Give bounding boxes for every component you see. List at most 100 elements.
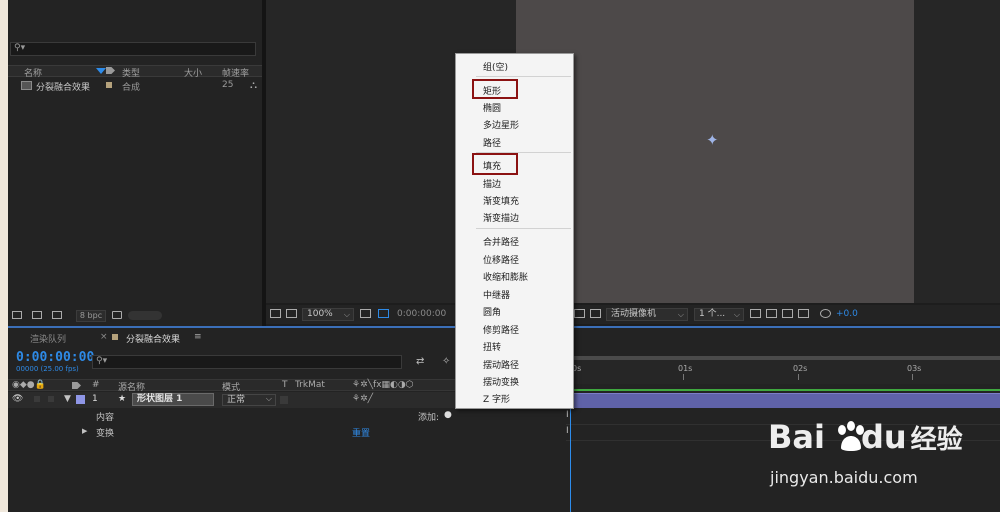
menu-item-wiggle-paths[interactable]: 摆动路径 <box>483 358 519 371</box>
fast-previews-icon[interactable] <box>574 309 585 318</box>
snapshot-icon[interactable] <box>766 309 777 318</box>
blend-mode-dropdown[interactable]: 正常 ⌵ <box>222 394 276 406</box>
column-name[interactable]: 名称 <box>24 66 42 79</box>
camera-dropdown[interactable]: 活动摄像机 ⌵ <box>606 308 688 321</box>
transform-label: 变换 <box>96 429 115 439</box>
project-footer: 8 bpc <box>8 309 262 323</box>
timeline-icon[interactable] <box>782 309 793 318</box>
search-icon: ⚲▾ <box>96 356 108 366</box>
search-icon: ⚲▾ <box>14 43 26 53</box>
column-number: # <box>92 380 100 390</box>
menu-item-gradient-fill[interactable]: 渐变填充 <box>483 194 519 207</box>
close-tab-icon[interactable]: × <box>100 332 108 342</box>
toggle-mask-icon[interactable] <box>590 309 601 318</box>
ruler-tick <box>798 374 799 380</box>
bpc-badge[interactable]: 8 bpc <box>76 310 106 322</box>
menu-separator <box>476 228 571 229</box>
render-bar <box>566 389 1000 391</box>
menu-item-ellipse[interactable]: 椭圆 <box>483 101 501 114</box>
expand-twirl-icon[interactable]: ▼ <box>64 394 71 404</box>
menu-item-offset-paths[interactable]: 位移路径 <box>483 253 519 266</box>
highlight-box-rectangle <box>472 79 518 99</box>
viewer-toolbar: 100% ⌵ 0:00:00:00 活动摄像机 ⌵ 1 个... ⌵ +0.0 <box>266 305 1000 324</box>
column-t: T <box>282 380 288 390</box>
menu-item-trim-paths[interactable]: 修剪路径 <box>483 323 519 336</box>
label-color-swatch[interactable] <box>106 82 112 88</box>
layer-duration-bar[interactable] <box>566 393 1000 408</box>
menu-item-stroke[interactable]: 描边 <box>483 177 501 190</box>
region-of-interest-icon[interactable] <box>360 309 371 318</box>
column-size[interactable]: 大小 <box>184 66 202 79</box>
timeline-search-input[interactable]: ⚲▾ <box>92 355 402 369</box>
draft-3d-icon[interactable]: ✧ <box>442 356 450 367</box>
column-trkmat: TrkMat <box>295 380 325 390</box>
sort-arrow-icon[interactable] <box>96 68 106 74</box>
menu-item-pucker-bloat[interactable]: 收缩和膨胀 <box>483 270 528 283</box>
menu-item-polystar[interactable]: 多边星形 <box>483 118 519 131</box>
preserve-transparency-toggle[interactable] <box>280 396 288 404</box>
exposure-value[interactable]: +0.0 <box>836 309 858 319</box>
add-shape-context-menu: 组(空) 矩形 椭圆 多边星形 路径 填充 描边 渐变填充 渐变描边 合并路径 … <box>455 53 574 409</box>
solo-toggle[interactable] <box>34 396 40 402</box>
project-search-input[interactable]: ⚲▾ <box>10 42 256 56</box>
column-type[interactable]: 类型 <box>122 66 140 79</box>
baidu-paw-icon <box>838 421 864 451</box>
always-preview-icon[interactable] <box>270 309 281 318</box>
tab-render-queue[interactable]: 渲染队列 <box>30 332 66 345</box>
flowchart-view-icon[interactable] <box>798 309 809 318</box>
zoom-dropdown[interactable]: 100% ⌵ <box>302 308 354 321</box>
project-item-row[interactable]: 分裂融合效果 合成 25 ⛬ <box>8 79 262 93</box>
flowchart-icon[interactable]: ⛬ <box>250 80 257 91</box>
transform-twirl-icon[interactable]: ▶ <box>82 427 87 435</box>
viewer-timecode[interactable]: 0:00:00:00 <box>397 309 446 319</box>
visibility-eye-icon[interactable]: 👁 <box>12 394 23 404</box>
anchor-point-icon[interactable]: ✦ <box>706 131 719 149</box>
layer-number: 1 <box>92 394 98 404</box>
content-property-row[interactable]: 内容 添加: ● <box>8 409 563 423</box>
layer-switches[interactable]: ⚘✲╱ <box>352 394 373 404</box>
keyframe-marker-icon: I <box>566 410 569 420</box>
column-fps[interactable]: 帧速率 <box>222 66 249 79</box>
composition-canvas[interactable] <box>516 0 914 303</box>
panel-menu-icon[interactable]: ≡ <box>194 332 202 342</box>
trash-icon[interactable] <box>112 311 122 319</box>
new-folder-icon[interactable] <box>32 311 42 319</box>
work-area-bar[interactable] <box>566 356 1000 360</box>
switches-icons: ⚘✲╲fx▦◐◑⬡ <box>352 380 414 390</box>
menu-item-wiggle-transform[interactable]: 摆动变换 <box>483 375 519 388</box>
shape-layer-star-icon: ★ <box>118 394 127 404</box>
lock-toggle[interactable] <box>48 396 54 402</box>
menu-item-repeater[interactable]: 中继器 <box>483 288 510 301</box>
left-edge-strip <box>0 0 8 512</box>
transparency-grid-icon[interactable] <box>378 309 389 318</box>
pixel-aspect-icon[interactable] <box>750 309 761 318</box>
ruler-label-3: 03s <box>907 364 922 373</box>
watermark-url: jingyan.baidu.com <box>770 468 918 487</box>
reset-link[interactable]: 重置 <box>352 426 370 439</box>
comp-mini-flowchart-icon[interactable]: ⇄ <box>416 356 424 367</box>
menu-item-path[interactable]: 路径 <box>483 136 501 149</box>
menu-item-zig-zag[interactable]: Z 字形 <box>483 392 510 405</box>
menu-item-merge-paths[interactable]: 合并路径 <box>483 235 519 248</box>
project-item-name: 分裂融合效果 <box>36 83 91 93</box>
project-scroll-pill[interactable] <box>128 311 162 320</box>
project-column-header: 名称 类型 大小 帧速率 <box>8 65 262 79</box>
timeline-timecode[interactable]: 0:00:00:00 <box>16 350 94 365</box>
transform-property-row[interactable]: ▶ 变换 重置 <box>8 425 563 439</box>
new-composition-icon[interactable] <box>52 311 62 319</box>
menu-item-twist[interactable]: 扭转 <box>483 340 501 353</box>
composition-icon <box>21 81 32 90</box>
menu-item-group-empty[interactable]: 组(空) <box>483 60 508 73</box>
monitor-icon[interactable] <box>286 309 297 318</box>
menu-item-round-corners[interactable]: 圆角 <box>483 305 501 318</box>
tab-composition[interactable]: 分裂融合效果 <box>126 332 180 345</box>
time-ruler[interactable] <box>566 356 1000 384</box>
layer-label-color[interactable] <box>76 395 85 404</box>
add-menu-button[interactable]: ● <box>444 410 452 420</box>
menu-item-gradient-stroke[interactable]: 渐变描边 <box>483 211 519 224</box>
layer-name[interactable]: 形状图层 1 <box>132 393 214 406</box>
keyframe-marker-icon: I <box>566 426 569 436</box>
interpret-footage-icon[interactable] <box>12 311 22 319</box>
reset-exposure-icon[interactable] <box>820 309 831 318</box>
views-dropdown[interactable]: 1 个... ⌵ <box>694 308 744 321</box>
